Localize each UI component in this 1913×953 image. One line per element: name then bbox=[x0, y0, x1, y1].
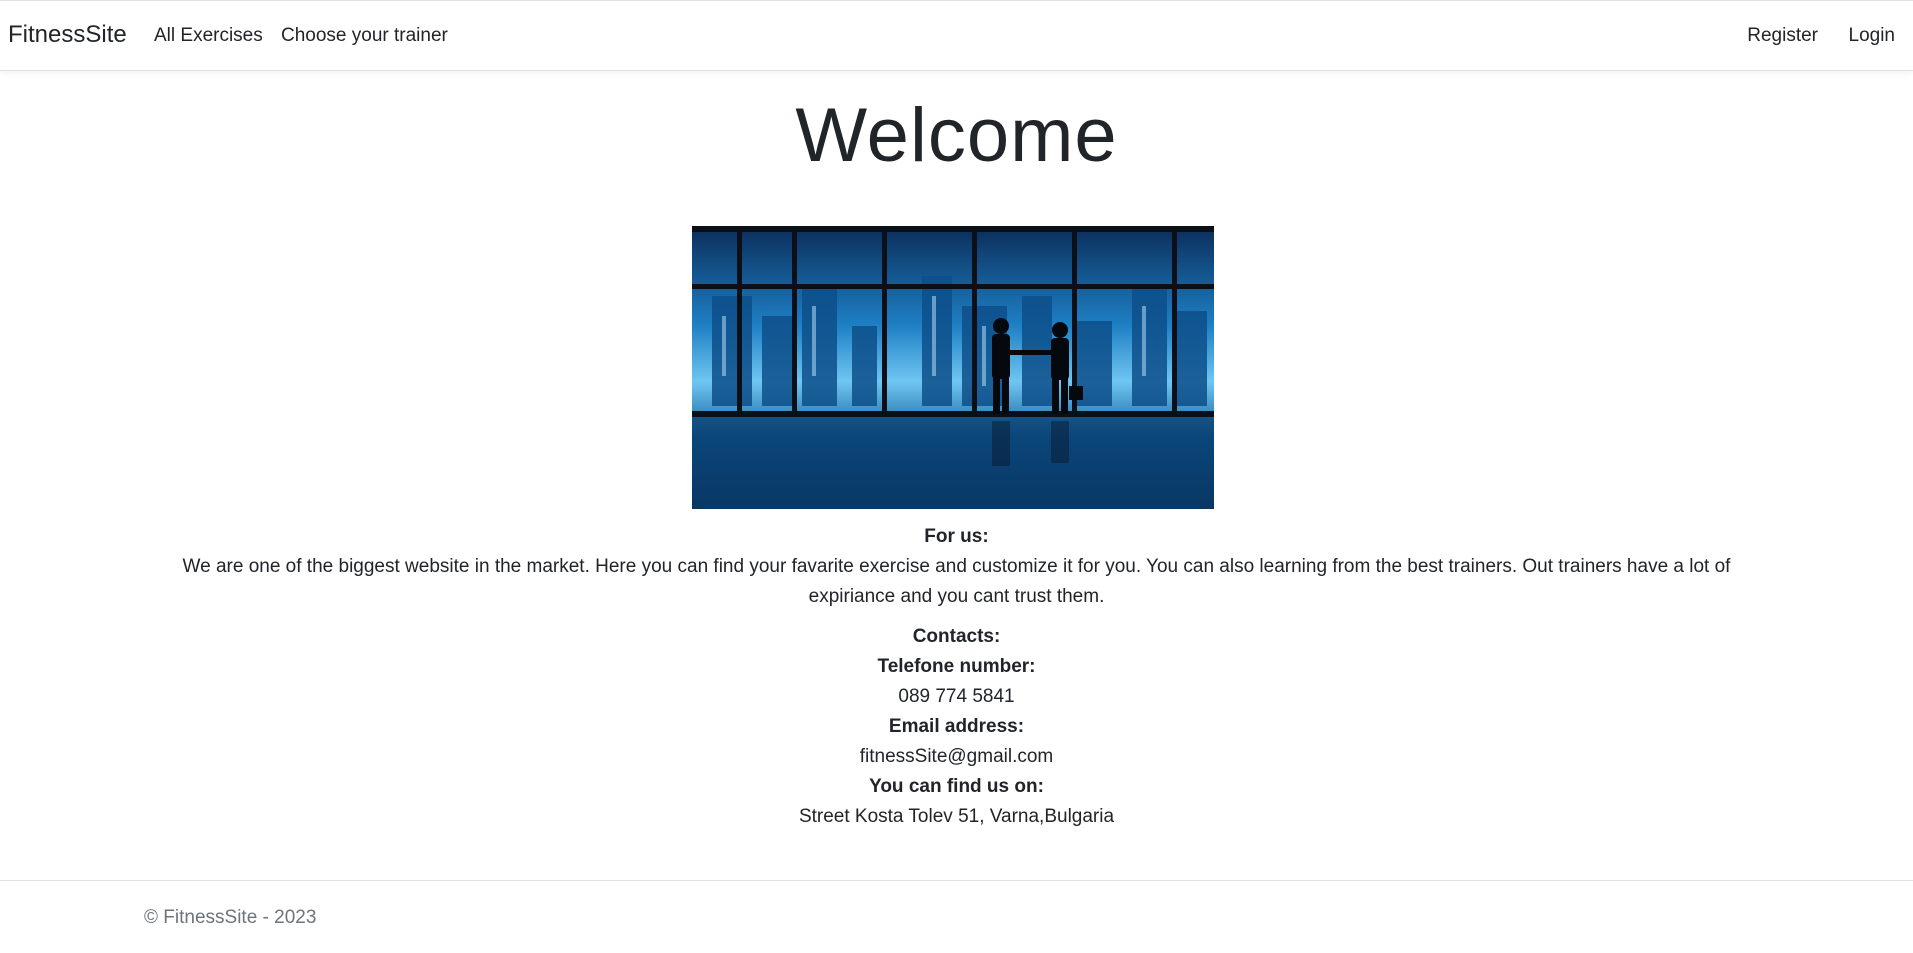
phone-value: 089 774 5841 bbox=[898, 686, 1015, 707]
about-text: We are one of the biggest website in the… bbox=[182, 556, 1731, 607]
register-link[interactable]: Register bbox=[1747, 25, 1818, 47]
email-value: fitnessSite@gmail.com bbox=[859, 746, 1054, 767]
page-title: Welcome bbox=[795, 93, 1118, 178]
main-content: For us: We are one of the biggest websit… bbox=[0, 522, 1913, 832]
nav-link-all-exercises[interactable]: All Exercises bbox=[154, 25, 263, 47]
navbar: FitnessSite All Exercises Choose your tr… bbox=[0, 0, 1913, 71]
address-label: You can find us on: bbox=[869, 776, 1044, 797]
phone-label: Telefone number: bbox=[877, 656, 1036, 677]
login-link[interactable]: Login bbox=[1849, 25, 1896, 47]
contacts-label: Contacts: bbox=[912, 626, 1001, 647]
address-value: Street Kosta Tolev 51, Varna,Bulgaria bbox=[798, 806, 1115, 827]
hero-image bbox=[692, 226, 1214, 509]
copyright-text: © FitnessSite - 2023 bbox=[144, 907, 317, 928]
for-us-label: For us: bbox=[924, 526, 989, 547]
nav-link-choose-trainer[interactable]: Choose your trainer bbox=[281, 25, 448, 47]
email-label: Email address: bbox=[888, 716, 1025, 737]
brand-link[interactable]: FitnessSite bbox=[8, 21, 127, 49]
footer: © FitnessSite - 2023 bbox=[0, 880, 1913, 953]
